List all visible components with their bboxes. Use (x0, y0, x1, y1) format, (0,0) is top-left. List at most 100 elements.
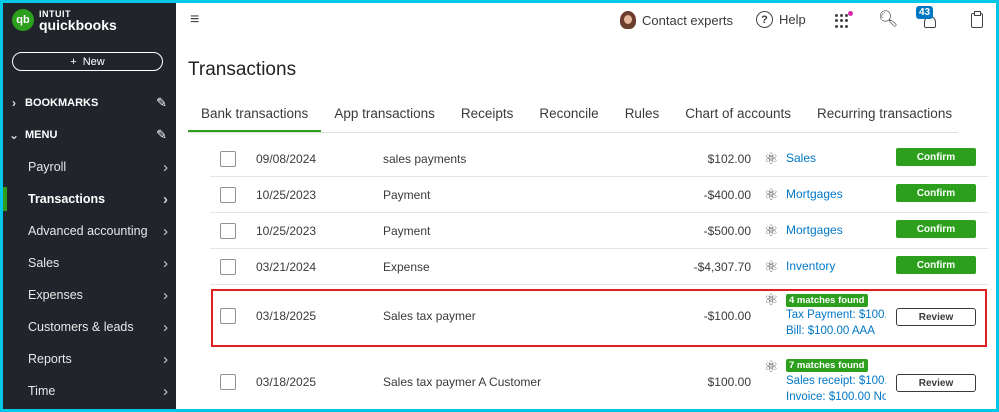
row-amount: $100.00 (707, 375, 751, 389)
help-button[interactable]: ? Help (756, 11, 806, 28)
sidebar-item-label: Expenses (28, 288, 83, 302)
row-category-link[interactable]: Inventory (786, 259, 835, 273)
row-date: 10/25/2023 (256, 188, 317, 202)
contact-experts-button[interactable]: Contact experts (620, 11, 733, 29)
collapse-menu-icon[interactable]: ≡ (190, 11, 199, 29)
row-checkbox[interactable] (220, 187, 236, 203)
row-date: 10/25/2023 (256, 224, 317, 238)
chevron-down-icon: ⌄ (8, 128, 20, 142)
row-checkbox[interactable] (220, 374, 236, 390)
tab-chart-of-accounts[interactable]: Chart of accounts (672, 101, 804, 133)
row-description: Sales tax paymer A Customer (383, 375, 542, 389)
bookmarks-section[interactable]: › BOOKMARKS ✎ (3, 91, 176, 115)
expert-avatar (620, 11, 636, 29)
chevron-right-icon: › (163, 350, 168, 368)
sidebar-item-time[interactable]: Time › (3, 377, 176, 405)
tab-bar: Bank transactions App transactions Recei… (188, 101, 965, 133)
row-description: Payment (383, 188, 431, 202)
bell-icon: 43 (916, 6, 940, 29)
sidebar-item-transactions[interactable]: Transactions › (3, 185, 176, 213)
chevron-right-icon: › (12, 96, 16, 110)
row-checkbox[interactable] (220, 151, 236, 167)
row-category-link[interactable]: Mortgages (786, 223, 843, 237)
confirm-button[interactable]: Confirm (896, 184, 976, 202)
new-button[interactable]: + New (12, 52, 163, 71)
menu-label: MENU (25, 129, 58, 141)
sidebar-item-customers-leads[interactable]: Customers & leads › (3, 313, 176, 341)
menu-section[interactable]: ⌄ MENU ✎ (3, 123, 176, 147)
ai-category-icon: ⚛ (764, 223, 779, 240)
chevron-right-icon: › (163, 286, 168, 304)
tasks-button[interactable] (971, 11, 983, 28)
table-row: 03/21/2024 Expense -$4,307.70 ⚛ Inventor… (210, 249, 988, 285)
search-button[interactable]: 🔍︎ (878, 9, 898, 29)
tab-app-transactions[interactable]: App transactions (321, 101, 448, 133)
review-button[interactable]: Review (896, 374, 976, 392)
chevron-right-icon: › (163, 254, 168, 272)
notifications-button[interactable]: 43 (916, 6, 940, 29)
row-amount: -$400.00 (703, 188, 751, 202)
sidebar-item-label: Advanced accounting (28, 224, 148, 238)
sidebar: qb INTUIT quickbooks + New › BOOKMARKS ✎… (3, 3, 176, 409)
row-description: Expense (383, 260, 430, 274)
table-row: 03/18/2025 Sales tax paymer A Customer $… (210, 355, 988, 409)
new-button-label: New (82, 55, 105, 68)
sidebar-item-sales[interactable]: Sales › (3, 249, 176, 277)
quickbooks-logo[interactable]: qb INTUIT quickbooks (12, 9, 117, 33)
sidebar-item-label: Customers & leads (28, 320, 134, 334)
chevron-right-icon: › (163, 190, 168, 208)
search-icon: 🔍︎ (878, 11, 899, 28)
sidebar-item-label: Transactions (28, 192, 106, 206)
chevron-right-icon: › (163, 318, 168, 336)
row-date: 03/21/2024 (256, 260, 317, 274)
row-description: Payment (383, 224, 431, 238)
logo-product-text: quickbooks (39, 17, 117, 33)
table-row: 10/25/2023 Payment -$400.00 ⚛ Mortgages … (210, 177, 988, 213)
sidebar-item-payroll[interactable]: Payroll › (3, 153, 176, 181)
matches-found-badge[interactable]: 7 matches found (786, 359, 868, 372)
sidebar-item-label: Payroll (28, 160, 67, 174)
tab-bank-transactions[interactable]: Bank transactions (188, 101, 322, 133)
ai-category-icon: ⚛ (764, 187, 779, 204)
bookmarks-label: BOOKMARKS (25, 97, 99, 109)
tab-reconcile[interactable]: Reconcile (526, 101, 611, 133)
row-date: 03/18/2025 (256, 375, 317, 389)
row-description: sales payments (383, 152, 467, 166)
tab-rules[interactable]: Rules (612, 101, 673, 133)
table-row: 10/25/2023 Payment -$500.00 ⚛ Mortgages … (210, 213, 988, 249)
sidebar-item-expenses[interactable]: Expenses › (3, 281, 176, 309)
tab-receipts[interactable]: Receipts (448, 101, 527, 133)
row-checkbox[interactable] (220, 259, 236, 275)
notification-count-badge: 43 (916, 6, 934, 19)
tab-recurring-transactions[interactable]: Recurring transactions (804, 101, 965, 133)
contact-experts-label: Contact experts (642, 12, 734, 28)
chevron-right-icon: › (163, 382, 168, 400)
confirm-button[interactable]: Confirm (896, 220, 976, 238)
sidebar-item-advanced-accounting[interactable]: Advanced accounting › (3, 217, 176, 245)
clipboard-icon (971, 11, 983, 28)
plus-icon: + (70, 55, 77, 68)
row-category-link[interactable]: Mortgages (786, 187, 843, 201)
highlight-box (211, 289, 987, 347)
confirm-button[interactable]: Confirm (896, 148, 976, 166)
pencil-icon[interactable]: ✎ (156, 95, 167, 111)
row-checkbox[interactable] (220, 223, 236, 239)
top-bar: ≡ Contact experts ? Help 🔍︎ 43 (176, 3, 996, 37)
ai-category-icon: ⚛ (764, 359, 779, 376)
row-amount: $102.00 (707, 152, 751, 166)
chevron-right-icon: › (163, 158, 168, 176)
help-icon: ? (756, 11, 773, 28)
match-suggestion-link[interactable]: Invoice: $100.00 No (786, 391, 886, 403)
sidebar-item-label: Reports (28, 352, 72, 366)
apps-button[interactable] (835, 11, 853, 28)
match-suggestion-link[interactable]: Sales receipt: $100. (786, 375, 886, 387)
confirm-button[interactable]: Confirm (896, 256, 976, 274)
row-category-link[interactable]: Sales (786, 151, 816, 165)
help-label: Help (779, 12, 806, 27)
ai-category-icon: ⚛ (764, 259, 779, 276)
sidebar-item-label: Time (28, 384, 56, 398)
chevron-right-icon: › (163, 222, 168, 240)
pencil-icon[interactable]: ✎ (156, 127, 167, 143)
app-window: qb INTUIT quickbooks + New › BOOKMARKS ✎… (3, 3, 996, 409)
sidebar-item-reports[interactable]: Reports › (3, 345, 176, 373)
